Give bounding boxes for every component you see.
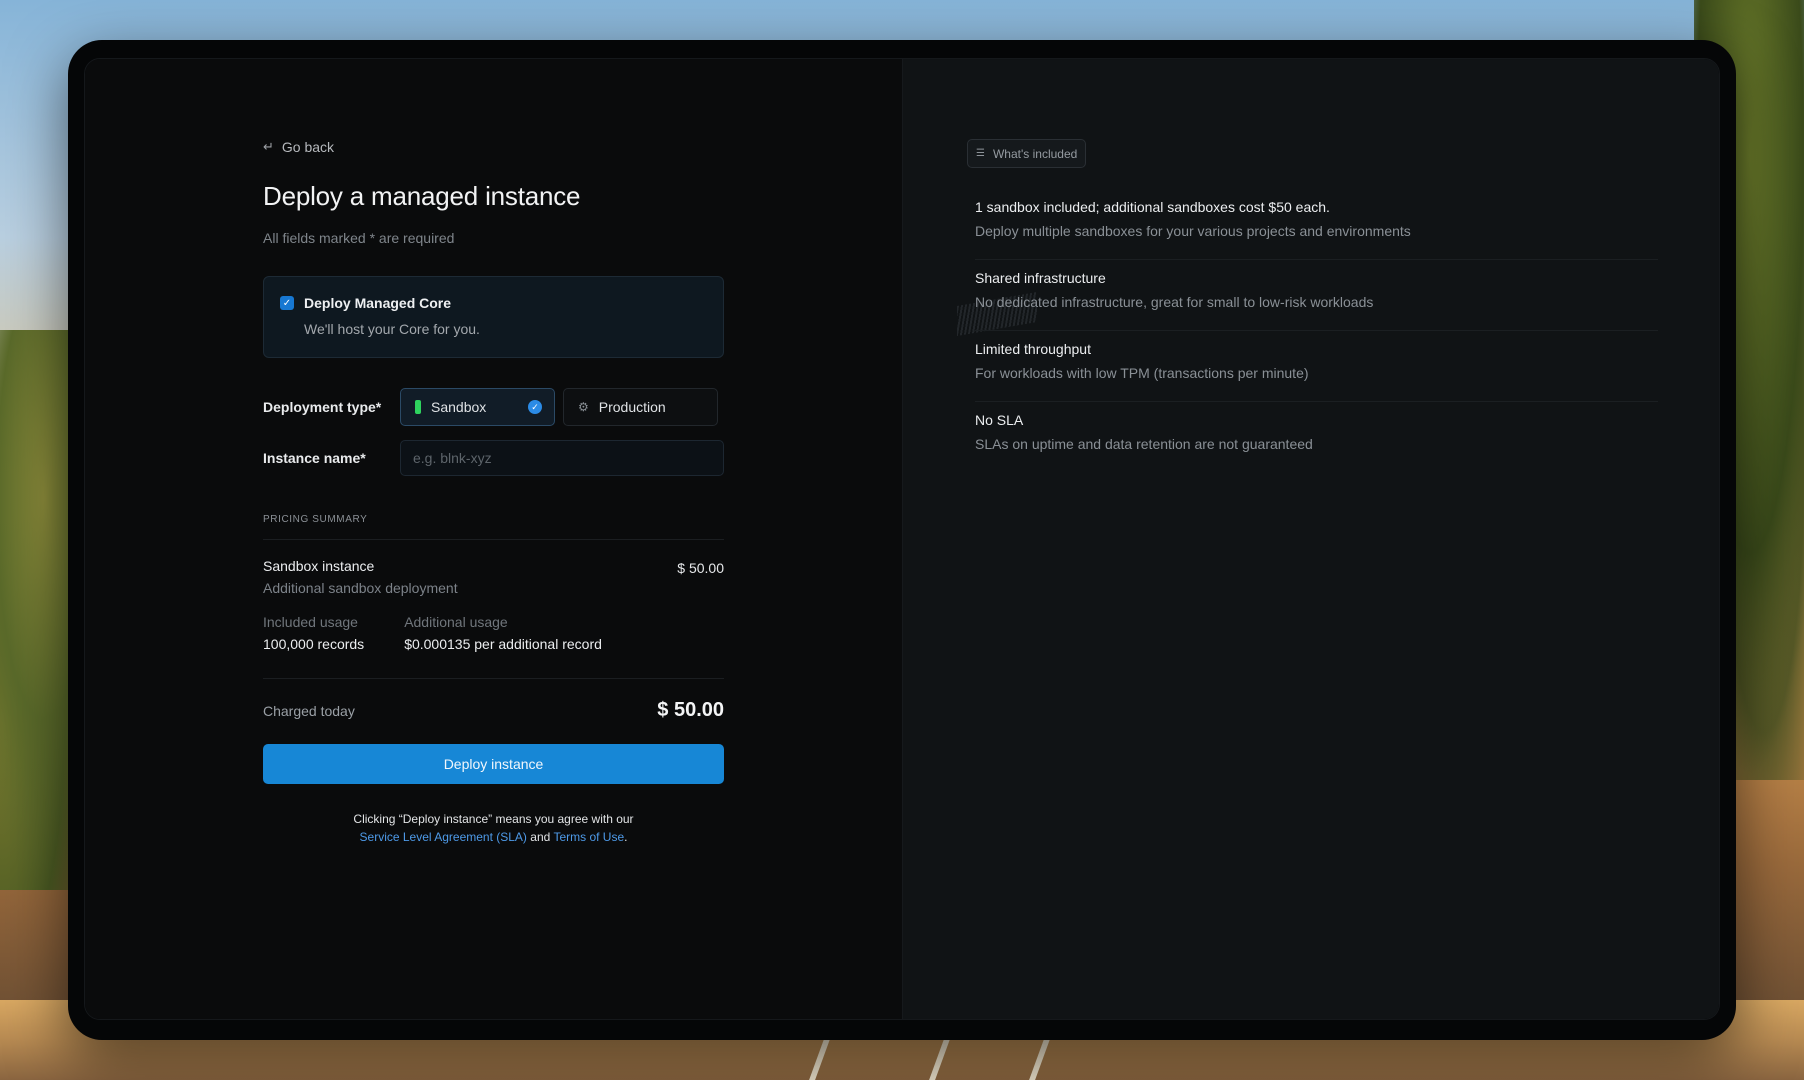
whats-included-pane: ☰ What's included 1 sandbox included; ad…: [902, 59, 1719, 1019]
charged-today-value: $ 50.00: [657, 699, 724, 721]
page-subtitle: All fields marked * are required: [263, 230, 455, 246]
sandbox-label: Sandbox: [431, 399, 487, 415]
divider: [263, 539, 724, 540]
pricing-line-item: Sandbox instance Additional sandbox depl…: [263, 558, 724, 596]
deploy-form-pane: ↵ Go back Deploy a managed instance All …: [85, 59, 902, 1019]
divider: [263, 678, 724, 679]
managed-core-title: Deploy Managed Core: [304, 295, 452, 311]
legal-prefix: Clicking “Deploy instance” means you agr…: [353, 812, 634, 826]
sla-link[interactable]: Service Level Agreement (SLA): [360, 830, 527, 844]
feature-title: Limited throughput: [975, 341, 1091, 357]
app-content: ↵ Go back Deploy a managed instance All …: [84, 58, 1720, 1020]
deployment-type-options: Sandbox ✓ ⚙ Production: [400, 388, 718, 426]
feature-description: SLAs on uptime and data retention are no…: [975, 436, 1313, 452]
included-usage-label: Included usage: [263, 614, 358, 630]
feature-title: 1 sandbox included; additional sandboxes…: [975, 199, 1330, 215]
check-circle-icon: ✓: [528, 400, 542, 414]
feature-description: No dedicated infrastructure, great for s…: [975, 294, 1374, 310]
deployment-type-label: Deployment type*: [263, 399, 382, 415]
instance-name-input[interactable]: [400, 440, 724, 476]
list-icon: ☰: [976, 148, 985, 159]
included-usage: Included usage 100,000 records: [263, 614, 364, 652]
charged-today-label: Charged today: [263, 702, 355, 719]
production-icon: ⚙: [578, 400, 589, 414]
additional-usage: Additional usage $0.000135 per additiona…: [404, 614, 602, 652]
feature-title: No SLA: [975, 412, 1024, 428]
deploy-form: ↵ Go back Deploy a managed instance All …: [263, 139, 724, 846]
total-row: Charged today $ 50.00: [263, 699, 724, 722]
feature-item: Shared infrastructure No dedicated infra…: [975, 260, 1658, 331]
deploy-instance-button[interactable]: Deploy instance: [263, 744, 724, 784]
feature-item: No SLA SLAs on uptime and data retention…: [975, 402, 1658, 473]
go-back-label: Go back: [281, 139, 335, 155]
managed-core-description: We'll host your Core for you.: [304, 321, 480, 337]
line-item-price: $ 50.00: [677, 560, 724, 576]
feature-title: Shared infrastructure: [975, 270, 1106, 286]
go-back-link[interactable]: ↵ Go back: [263, 139, 724, 155]
feature-item: Limited throughput For workloads with lo…: [975, 331, 1658, 402]
legal-suffix: .: [624, 830, 628, 844]
instance-name-label: Instance name*: [263, 450, 366, 466]
usage-details: Included usage 100,000 records Additiona…: [263, 614, 724, 652]
deployment-option-sandbox[interactable]: Sandbox ✓: [400, 388, 555, 426]
additional-usage-label: Additional usage: [404, 614, 508, 630]
managed-core-checkbox[interactable]: ✓: [280, 296, 294, 310]
line-item-description: Additional sandbox deployment: [263, 580, 458, 596]
deployment-option-production[interactable]: ⚙ Production: [563, 388, 718, 426]
included-usage-value: 100,000 records: [263, 636, 365, 652]
feature-description: For workloads with low TPM (transactions…: [975, 365, 1309, 381]
legal-notice: Clicking “Deploy instance” means you agr…: [263, 810, 724, 846]
additional-usage-value: $0.000135 per additional record: [404, 636, 602, 652]
sandbox-icon: [415, 400, 421, 414]
feature-list: 1 sandbox included; additional sandboxes…: [975, 199, 1658, 473]
managed-core-card[interactable]: ✓ Deploy Managed Core We'll host your Co…: [263, 276, 724, 358]
checkmark-icon: ✓: [282, 297, 292, 309]
return-arrow-icon: ↵: [263, 139, 274, 154]
pricing-summary-heading: PRICING SUMMARY: [263, 514, 368, 525]
whats-included-badge: ☰ What's included: [967, 139, 1087, 168]
instance-name-row: Instance name*: [263, 440, 724, 476]
feature-item: 1 sandbox included; additional sandboxes…: [975, 199, 1658, 260]
deployment-type-row: Deployment type* Sandbox ✓ ⚙ Production: [263, 388, 724, 426]
legal-and: and: [530, 830, 551, 844]
line-item-title: Sandbox instance: [263, 558, 375, 574]
terms-link[interactable]: Terms of Use: [553, 830, 624, 844]
app-window: ↵ Go back Deploy a managed instance All …: [68, 40, 1736, 1040]
feature-description: Deploy multiple sandboxes for your vario…: [975, 223, 1411, 239]
whats-included-label: What's included: [992, 146, 1078, 161]
production-label: Production: [598, 399, 666, 415]
page-title: Deploy a managed instance: [263, 181, 581, 211]
